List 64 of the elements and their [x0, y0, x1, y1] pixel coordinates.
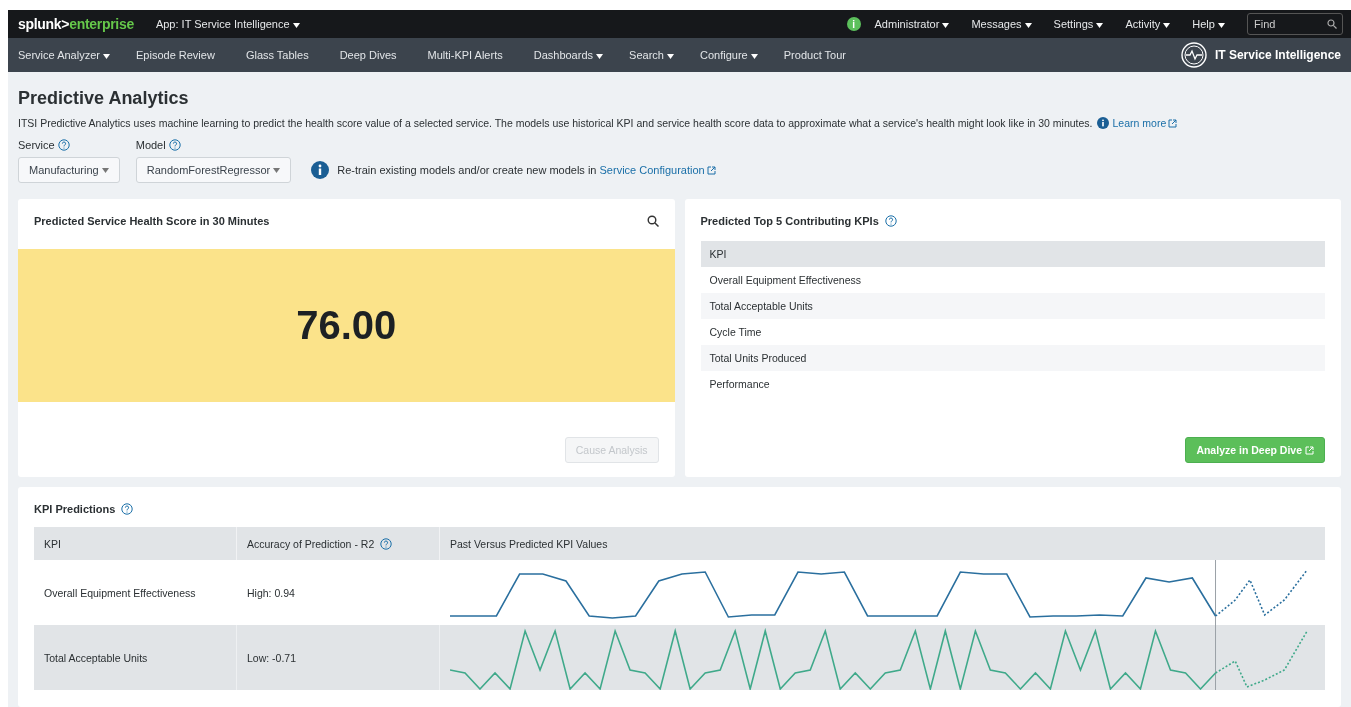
nav-item[interactable]: Glass Tables	[245, 49, 309, 61]
filter-dropdown[interactable]: RandomForestRegressor	[135, 157, 292, 183]
column-header: Accuracy of Prediction - R2	[247, 537, 375, 550]
app-menu[interactable]: App: IT Service Intelligence	[155, 18, 300, 30]
nav-item[interactable]: Deep Dives	[339, 49, 397, 61]
nav-item[interactable]: Product Tour	[783, 49, 846, 61]
table-cell: Total Acceptable Units	[34, 625, 237, 690]
filter-label: Model	[135, 139, 166, 151]
top-menu[interactable]: Help	[1192, 18, 1225, 30]
caret-icon	[101, 167, 109, 173]
caret-icon	[667, 54, 674, 59]
nav-item[interactable]: Dashboards	[533, 49, 604, 61]
nav-item[interactable]: Multi-KPI Alerts	[427, 49, 503, 61]
page-description: ITSI Predictive Analytics uses machine learning to predict the health score value of a selected service. The models use historical KPI and service health score data to approximate what a service's health might look like in 30 minutes.	[18, 117, 1093, 129]
top-menu[interactable]: Activity	[1125, 18, 1171, 30]
filter-label: Service	[18, 139, 55, 151]
help-icon[interactable]	[57, 139, 70, 151]
caret-icon	[1024, 23, 1032, 28]
caret-icon	[942, 23, 950, 28]
help-icon[interactable]	[884, 215, 897, 227]
caret-icon	[750, 54, 758, 59]
column-header: KPI	[44, 537, 61, 550]
nav-item[interactable]: Episode Review	[136, 49, 215, 61]
top-menu[interactable]: Administrator	[874, 18, 950, 30]
top-menu[interactable]: Settings	[1053, 18, 1104, 30]
help-icon[interactable]	[168, 139, 181, 151]
panel-title: Predicted Top 5 Contributing KPIs	[700, 215, 879, 227]
column-header: KPI	[700, 241, 1325, 267]
caret-icon	[1218, 23, 1225, 28]
external-link-icon	[1168, 118, 1178, 128]
find-field[interactable]: Find	[1247, 13, 1343, 35]
caret-icon	[292, 23, 300, 28]
splunk-logo[interactable]: splunk>enterprise	[18, 16, 134, 32]
nav-item[interactable]: Service Analyzer	[18, 49, 110, 61]
panel-title: KPI Predictions	[34, 503, 116, 515]
table-cell: Total Acceptable Units	[700, 293, 1325, 319]
table-cell: Total Units Produced	[700, 345, 1325, 371]
column-header: Past Versus Predicted KPI Values	[450, 537, 608, 550]
app-title: IT Service Intelligence	[1214, 48, 1341, 62]
help-icon[interactable]	[380, 537, 393, 550]
health-score: 76.00	[296, 303, 397, 348]
info-icon	[1096, 117, 1109, 129]
nav-item[interactable]: Search	[629, 49, 674, 61]
heartbeat-logo-icon	[1180, 42, 1207, 68]
search-icon[interactable]	[646, 215, 659, 227]
panel-title: Predicted Service Health Score in 30 Minutes	[34, 215, 270, 227]
info-icon	[311, 161, 330, 179]
page-title: Predictive Analytics	[18, 88, 190, 109]
info-message: Re-train existing models and/or create new models in Service Configuration	[337, 164, 716, 176]
external-link-icon	[706, 165, 716, 175]
learn-more-link[interactable]: Learn more	[1112, 117, 1178, 129]
caret-icon	[596, 54, 604, 59]
nav-item[interactable]: Configure	[700, 49, 758, 61]
help-icon[interactable]	[121, 503, 134, 515]
filter-dropdown[interactable]: Manufacturing	[18, 157, 120, 183]
caret-icon	[103, 54, 110, 59]
service-configuration-link[interactable]: Service Configuration	[599, 164, 716, 176]
caret-icon	[1096, 23, 1104, 28]
caret-icon	[1163, 23, 1171, 28]
top-menu[interactable]: Messages	[971, 18, 1032, 30]
table-cell: Low: -0.71	[237, 625, 440, 690]
caret-icon	[273, 167, 281, 173]
external-link-icon	[1305, 445, 1314, 455]
search-icon	[1327, 19, 1337, 29]
